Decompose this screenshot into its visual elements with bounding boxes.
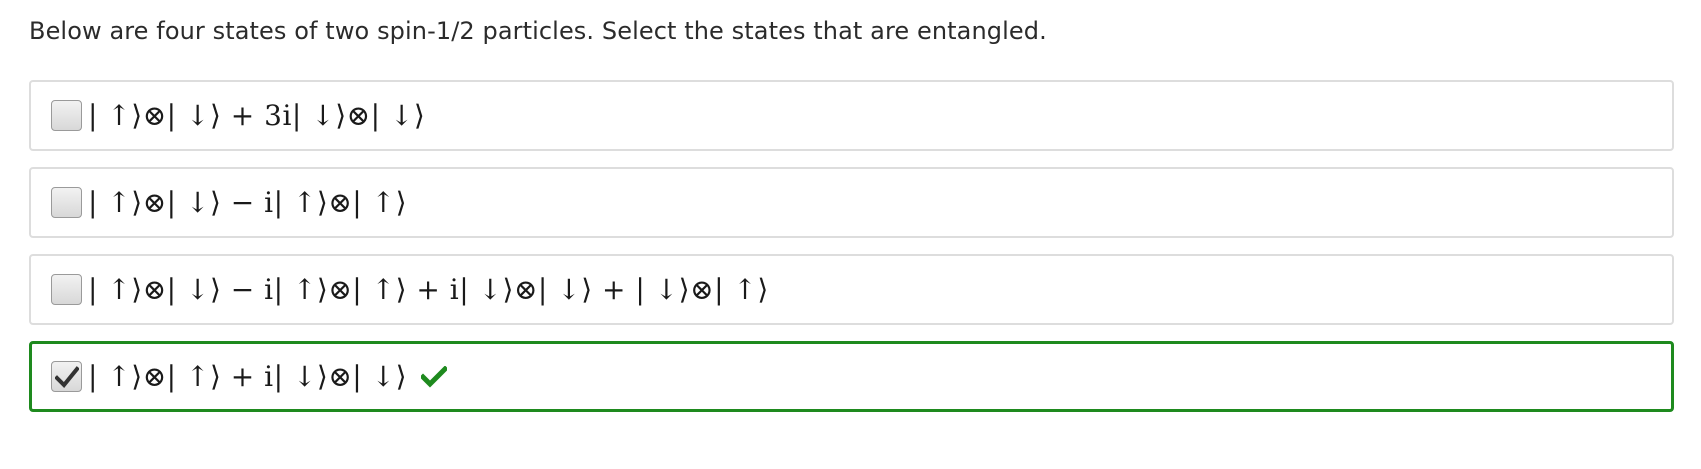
option-2-label: | ↑⟩⊗| ↓⟩ − i| ↑⟩⊗| ↑⟩ bbox=[88, 185, 408, 219]
option-2[interactable]: | ↑⟩⊗| ↓⟩ − i| ↑⟩⊗| ↑⟩ bbox=[29, 167, 1674, 238]
question-prompt: Below are four states of two spin-1/2 pa… bbox=[29, 17, 1047, 45]
option-4[interactable]: | ↑⟩⊗| ↑⟩ + i| ↓⟩⊗| ↓⟩ bbox=[29, 341, 1674, 412]
checkbox-2[interactable] bbox=[51, 187, 82, 218]
option-3-label: | ↑⟩⊗| ↓⟩ − i| ↑⟩⊗| ↑⟩ + i| ↓⟩⊗| ↓⟩ + | … bbox=[88, 272, 769, 306]
option-4-label: | ↑⟩⊗| ↑⟩ + i| ↓⟩⊗| ↓⟩ bbox=[88, 359, 408, 393]
option-1[interactable]: | ↑⟩⊗| ↓⟩ + 3i| ↓⟩⊗| ↓⟩ bbox=[29, 80, 1674, 151]
option-3[interactable]: | ↑⟩⊗| ↓⟩ − i| ↑⟩⊗| ↑⟩ + i| ↓⟩⊗| ↓⟩ + | … bbox=[29, 254, 1674, 325]
checkbox-3[interactable] bbox=[51, 274, 82, 305]
correct-checkmark-icon bbox=[421, 365, 448, 388]
answer-options: | ↑⟩⊗| ↓⟩ + 3i| ↓⟩⊗| ↓⟩ | ↑⟩⊗| ↓⟩ − i| ↑… bbox=[29, 80, 1674, 428]
option-1-label: | ↑⟩⊗| ↓⟩ + 3i| ↓⟩⊗| ↓⟩ bbox=[88, 98, 426, 132]
checkbox-1[interactable] bbox=[51, 100, 82, 131]
checkbox-checkmark-icon bbox=[54, 365, 79, 388]
checkbox-4[interactable] bbox=[51, 361, 82, 392]
